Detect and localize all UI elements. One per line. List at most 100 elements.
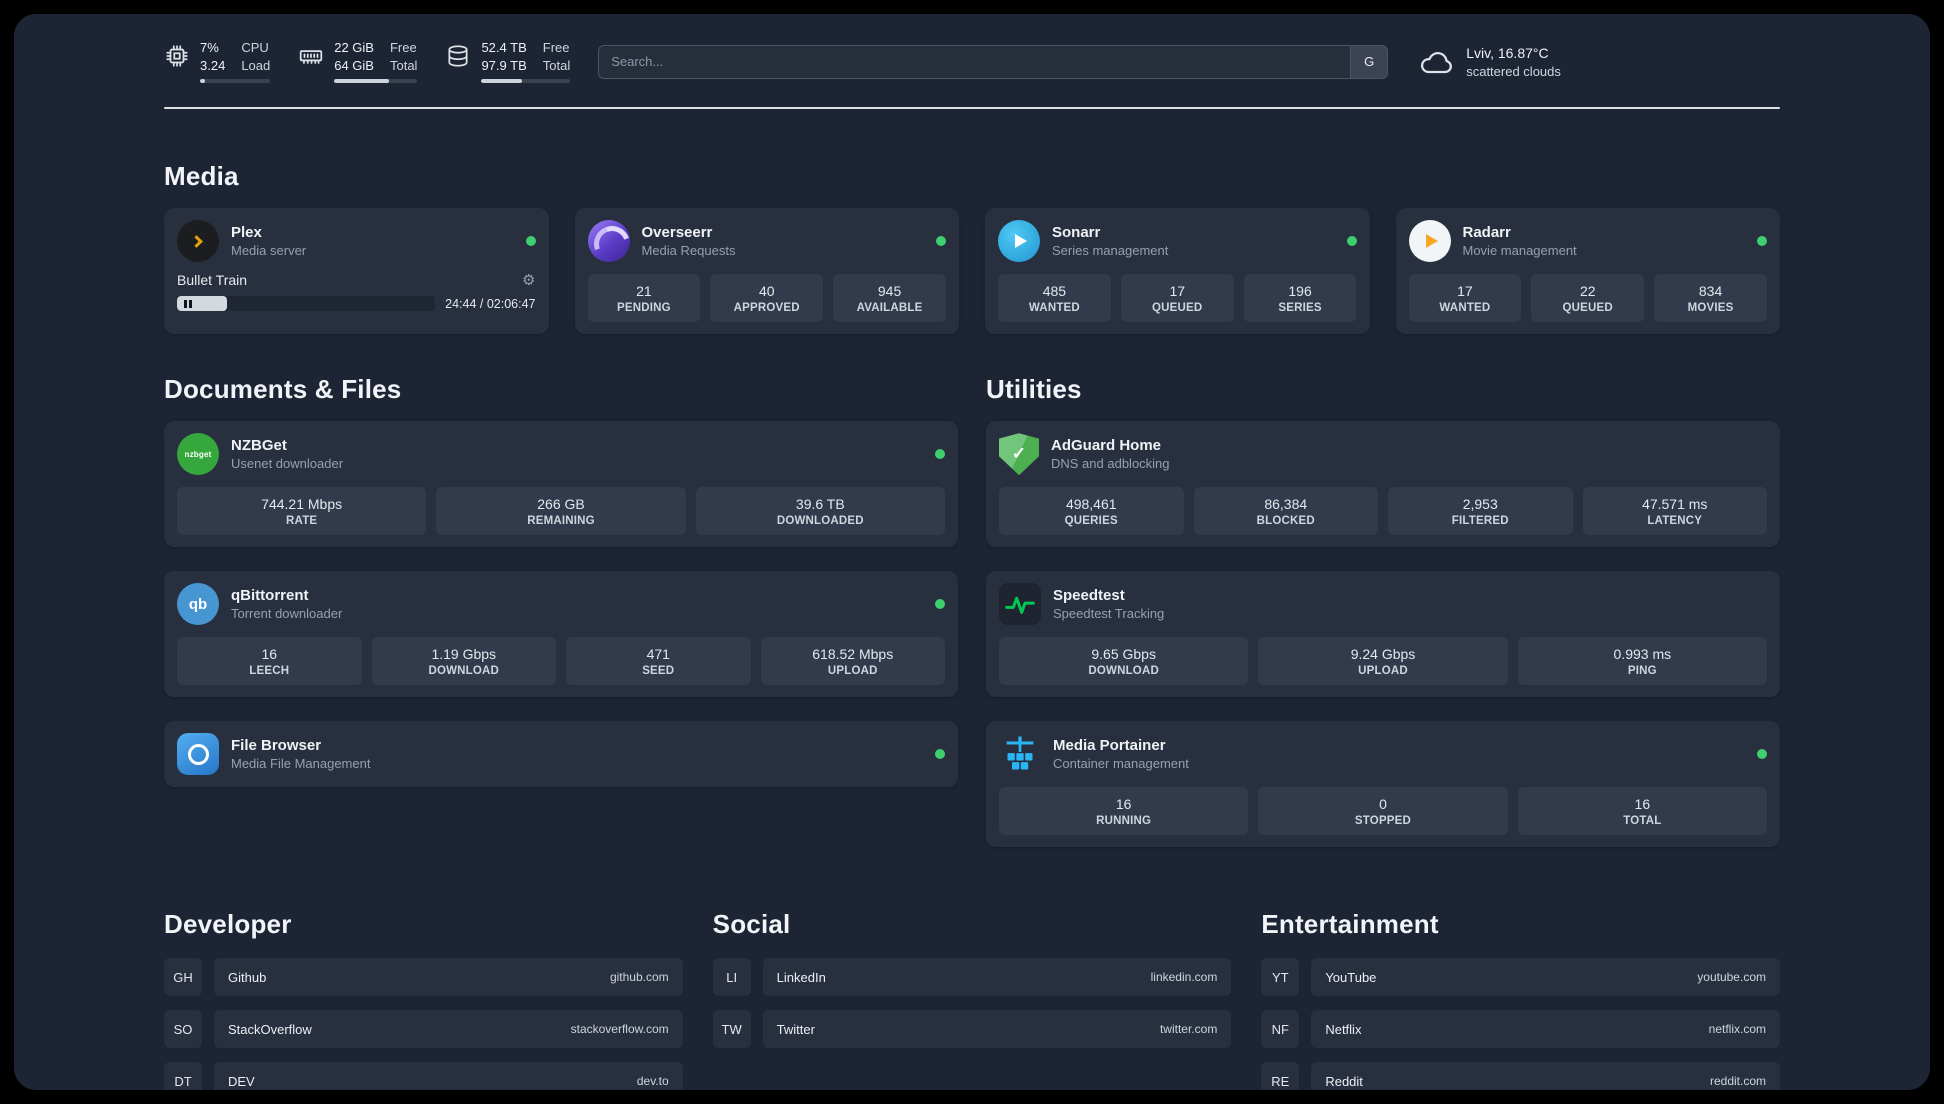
app-subtitle: Usenet downloader <box>231 456 344 472</box>
app-card-plex[interactable]: Plex Media server Bullet Train ⚙ 24:44 /… <box>164 208 549 335</box>
cpu-load-label: Load <box>241 57 271 73</box>
ram-total-label: Total <box>389 57 418 73</box>
bookmark-link[interactable]: Netflix netflix.com <box>1311 1010 1780 1049</box>
ram-usage-bar-fill <box>334 79 390 84</box>
disk-icon <box>445 43 471 69</box>
stat-label: RATE <box>286 515 318 528</box>
stat-label: TOTAL <box>1623 815 1662 828</box>
stat-label: WANTED <box>1439 302 1491 315</box>
dashboard: 7% 3.24 CPU Load 22 GiB 64 GiB Free Tota… <box>14 14 1930 1090</box>
stat-tile: 485 WANTED <box>998 274 1111 323</box>
ram-free-value: 22 GiB <box>334 40 374 55</box>
bookmark-link[interactable]: YouTube youtube.com <box>1311 958 1780 997</box>
stats-row: 16 LEECH 1.19 Gbps DOWNLOAD 471 SEED 618.52… <box>177 637 945 686</box>
cpu-label: CPU <box>241 40 269 55</box>
ram-usage-bar <box>334 79 418 84</box>
bookmark-link[interactable]: Twitter twitter.com <box>762 1010 1232 1049</box>
bookmark-link[interactable]: StackOverflow stackoverflow.com <box>214 1010 683 1049</box>
app-card-sonarr[interactable]: Sonarr Series management 485 WANTED 17 QUE… <box>985 208 1370 335</box>
app-card-speedtest[interactable]: Speedtest Speedtest Tracking 9.65 Gbps DO… <box>986 571 1780 698</box>
search-engine-button[interactable]: G <box>1350 44 1389 79</box>
bookmark-linkedin: LI LinkedIn linkedin.com <box>712 958 1232 997</box>
adguard-icon: ✓ <box>999 433 1039 476</box>
stat-label: UPLOAD <box>1358 665 1408 678</box>
bookmarks-row: Developer GH Github github.com SO StackO… <box>164 909 1780 1090</box>
status-dot <box>935 449 945 460</box>
stats-row: 498,461 QUERIES 86,384 BLOCKED 2,953 FILTER… <box>999 487 1767 536</box>
memory-icon <box>298 43 324 69</box>
qbittorrent-icon: qb <box>177 583 219 626</box>
section-title-media: Media <box>164 161 239 192</box>
bookmark-abbr[interactable]: RE <box>1261 1062 1300 1090</box>
stat-value: 16 <box>1634 796 1651 813</box>
app-subtitle: Container management <box>1053 756 1189 772</box>
stat-tile: 22 QUEUED <box>1531 274 1645 323</box>
bookmark-link[interactable]: LinkedIn linkedin.com <box>762 958 1232 997</box>
section-title-entertainment: Entertainment <box>1261 909 1439 940</box>
bookmark-name: DEV <box>228 1073 255 1089</box>
stat-label: QUEUED <box>1562 302 1613 315</box>
bookmark-group-entertainment: Entertainment YT YouTube youtube.com NF … <box>1261 909 1780 1090</box>
app-subtitle: Media File Management <box>231 756 371 772</box>
app-card-adguard[interactable]: ✓ AdGuard Home DNS and adblocking 498,46… <box>986 421 1780 548</box>
search-input[interactable] <box>598 44 1351 79</box>
bookmark-abbr[interactable]: DT <box>164 1062 202 1090</box>
app-card-header: Overseerr Media Requests <box>587 220 946 263</box>
app-card-portainer[interactable]: Media Portainer Container management 16 R… <box>986 721 1780 848</box>
cpu-percent: 7% <box>200 40 219 55</box>
disk-usage-bar-fill <box>481 79 523 84</box>
bookmark-abbr[interactable]: YT <box>1261 958 1300 997</box>
app-subtitle: Media Requests <box>641 243 736 259</box>
app-subtitle: DNS and adblocking <box>1051 456 1170 472</box>
stat-tile: 9.65 Gbps DOWNLOAD <box>999 637 1249 686</box>
disk-free-value: 52.4 TB <box>481 40 527 55</box>
stat-tile: 266 GB REMAINING <box>436 487 686 536</box>
bookmark-abbr[interactable]: TW <box>712 1010 751 1049</box>
stat-tile: 16 TOTAL <box>1517 787 1767 836</box>
app-name: Overseerr <box>641 224 713 242</box>
stat-value: 9.24 Gbps <box>1350 646 1416 663</box>
stat-tile: 834 MOVIES <box>1654 274 1767 323</box>
bookmark-github: GH Github github.com <box>164 958 683 997</box>
gear-icon[interactable]: ⚙ <box>522 273 535 288</box>
app-card-qbittorrent[interactable]: qb qBittorrent Torrent downloader 16 LEEC… <box>164 571 958 698</box>
stat-tile: 744.21 Mbps RATE <box>177 487 427 536</box>
stat-value: 0.993 ms <box>1613 646 1672 663</box>
bookmark-abbr[interactable]: SO <box>164 1010 202 1049</box>
stat-tile: 0 STOPPED <box>1258 787 1508 836</box>
bookmark-reddit: RE Reddit reddit.com <box>1261 1062 1780 1090</box>
bookmark-abbr[interactable]: GH <box>164 958 202 997</box>
stat-label: AVAILABLE <box>856 302 923 315</box>
bookmark-name: Twitter <box>776 1021 815 1037</box>
app-card-radarr[interactable]: Radarr Movie management 17 WANTED 22 QUEUE… <box>1395 208 1780 335</box>
stat-label: STOPPED <box>1354 815 1412 828</box>
app-subtitle: Media server <box>231 243 307 259</box>
app-card-nzbget[interactable]: nzbget NZBGet Usenet downloader 744.21 M… <box>164 421 958 548</box>
ram-widget: 22 GiB 64 GiB Free Total <box>298 40 418 84</box>
bookmark-abbr[interactable]: NF <box>1261 1010 1300 1049</box>
app-card-overseerr[interactable]: Overseerr Media Requests 21 PENDING 40 APP… <box>574 208 959 335</box>
stats-row: 744.21 Mbps RATE 266 GB REMAINING 39.6 TB D… <box>177 487 945 536</box>
bookmark-link[interactable]: Github github.com <box>214 958 683 997</box>
bookmark-link[interactable]: Reddit reddit.com <box>1311 1062 1780 1090</box>
dashboard-content: 7% 3.24 CPU Load 22 GiB 64 GiB Free Tota… <box>14 14 1930 1090</box>
playback-progress-bar[interactable] <box>177 296 436 312</box>
app-card-header: nzbget NZBGet Usenet downloader <box>177 433 945 476</box>
app-name: Plex <box>231 224 262 242</box>
app-card-filebrowser[interactable]: File Browser Media File Management <box>164 721 958 788</box>
stat-value: 86,384 <box>1264 496 1308 513</box>
stats-row: 16 RUNNING 0 STOPPED 16 TOTAL <box>999 787 1767 836</box>
status-dot <box>1757 749 1767 760</box>
bookmark-link[interactable]: DEV dev.to <box>214 1062 683 1090</box>
bookmark-abbr[interactable]: LI <box>712 958 751 997</box>
status-dot <box>935 599 945 610</box>
stat-value: 744.21 Mbps <box>261 496 343 513</box>
stat-value: 40 <box>758 283 775 300</box>
disk-readout: 52.4 TB 97.9 TB Free Total <box>481 40 571 84</box>
middle-columns: Documents & Files nzbget NZBGet Usenet d… <box>164 374 1780 848</box>
stat-tile: 1.19 Gbps DOWNLOAD <box>371 637 556 686</box>
pause-icon[interactable] <box>184 299 192 308</box>
bookmark-stackoverflow: SO StackOverflow stackoverflow.com <box>164 1010 683 1049</box>
stat-tile: 39.6 TB DOWNLOADED <box>695 487 945 536</box>
stat-tile: 16 RUNNING <box>999 787 1249 836</box>
